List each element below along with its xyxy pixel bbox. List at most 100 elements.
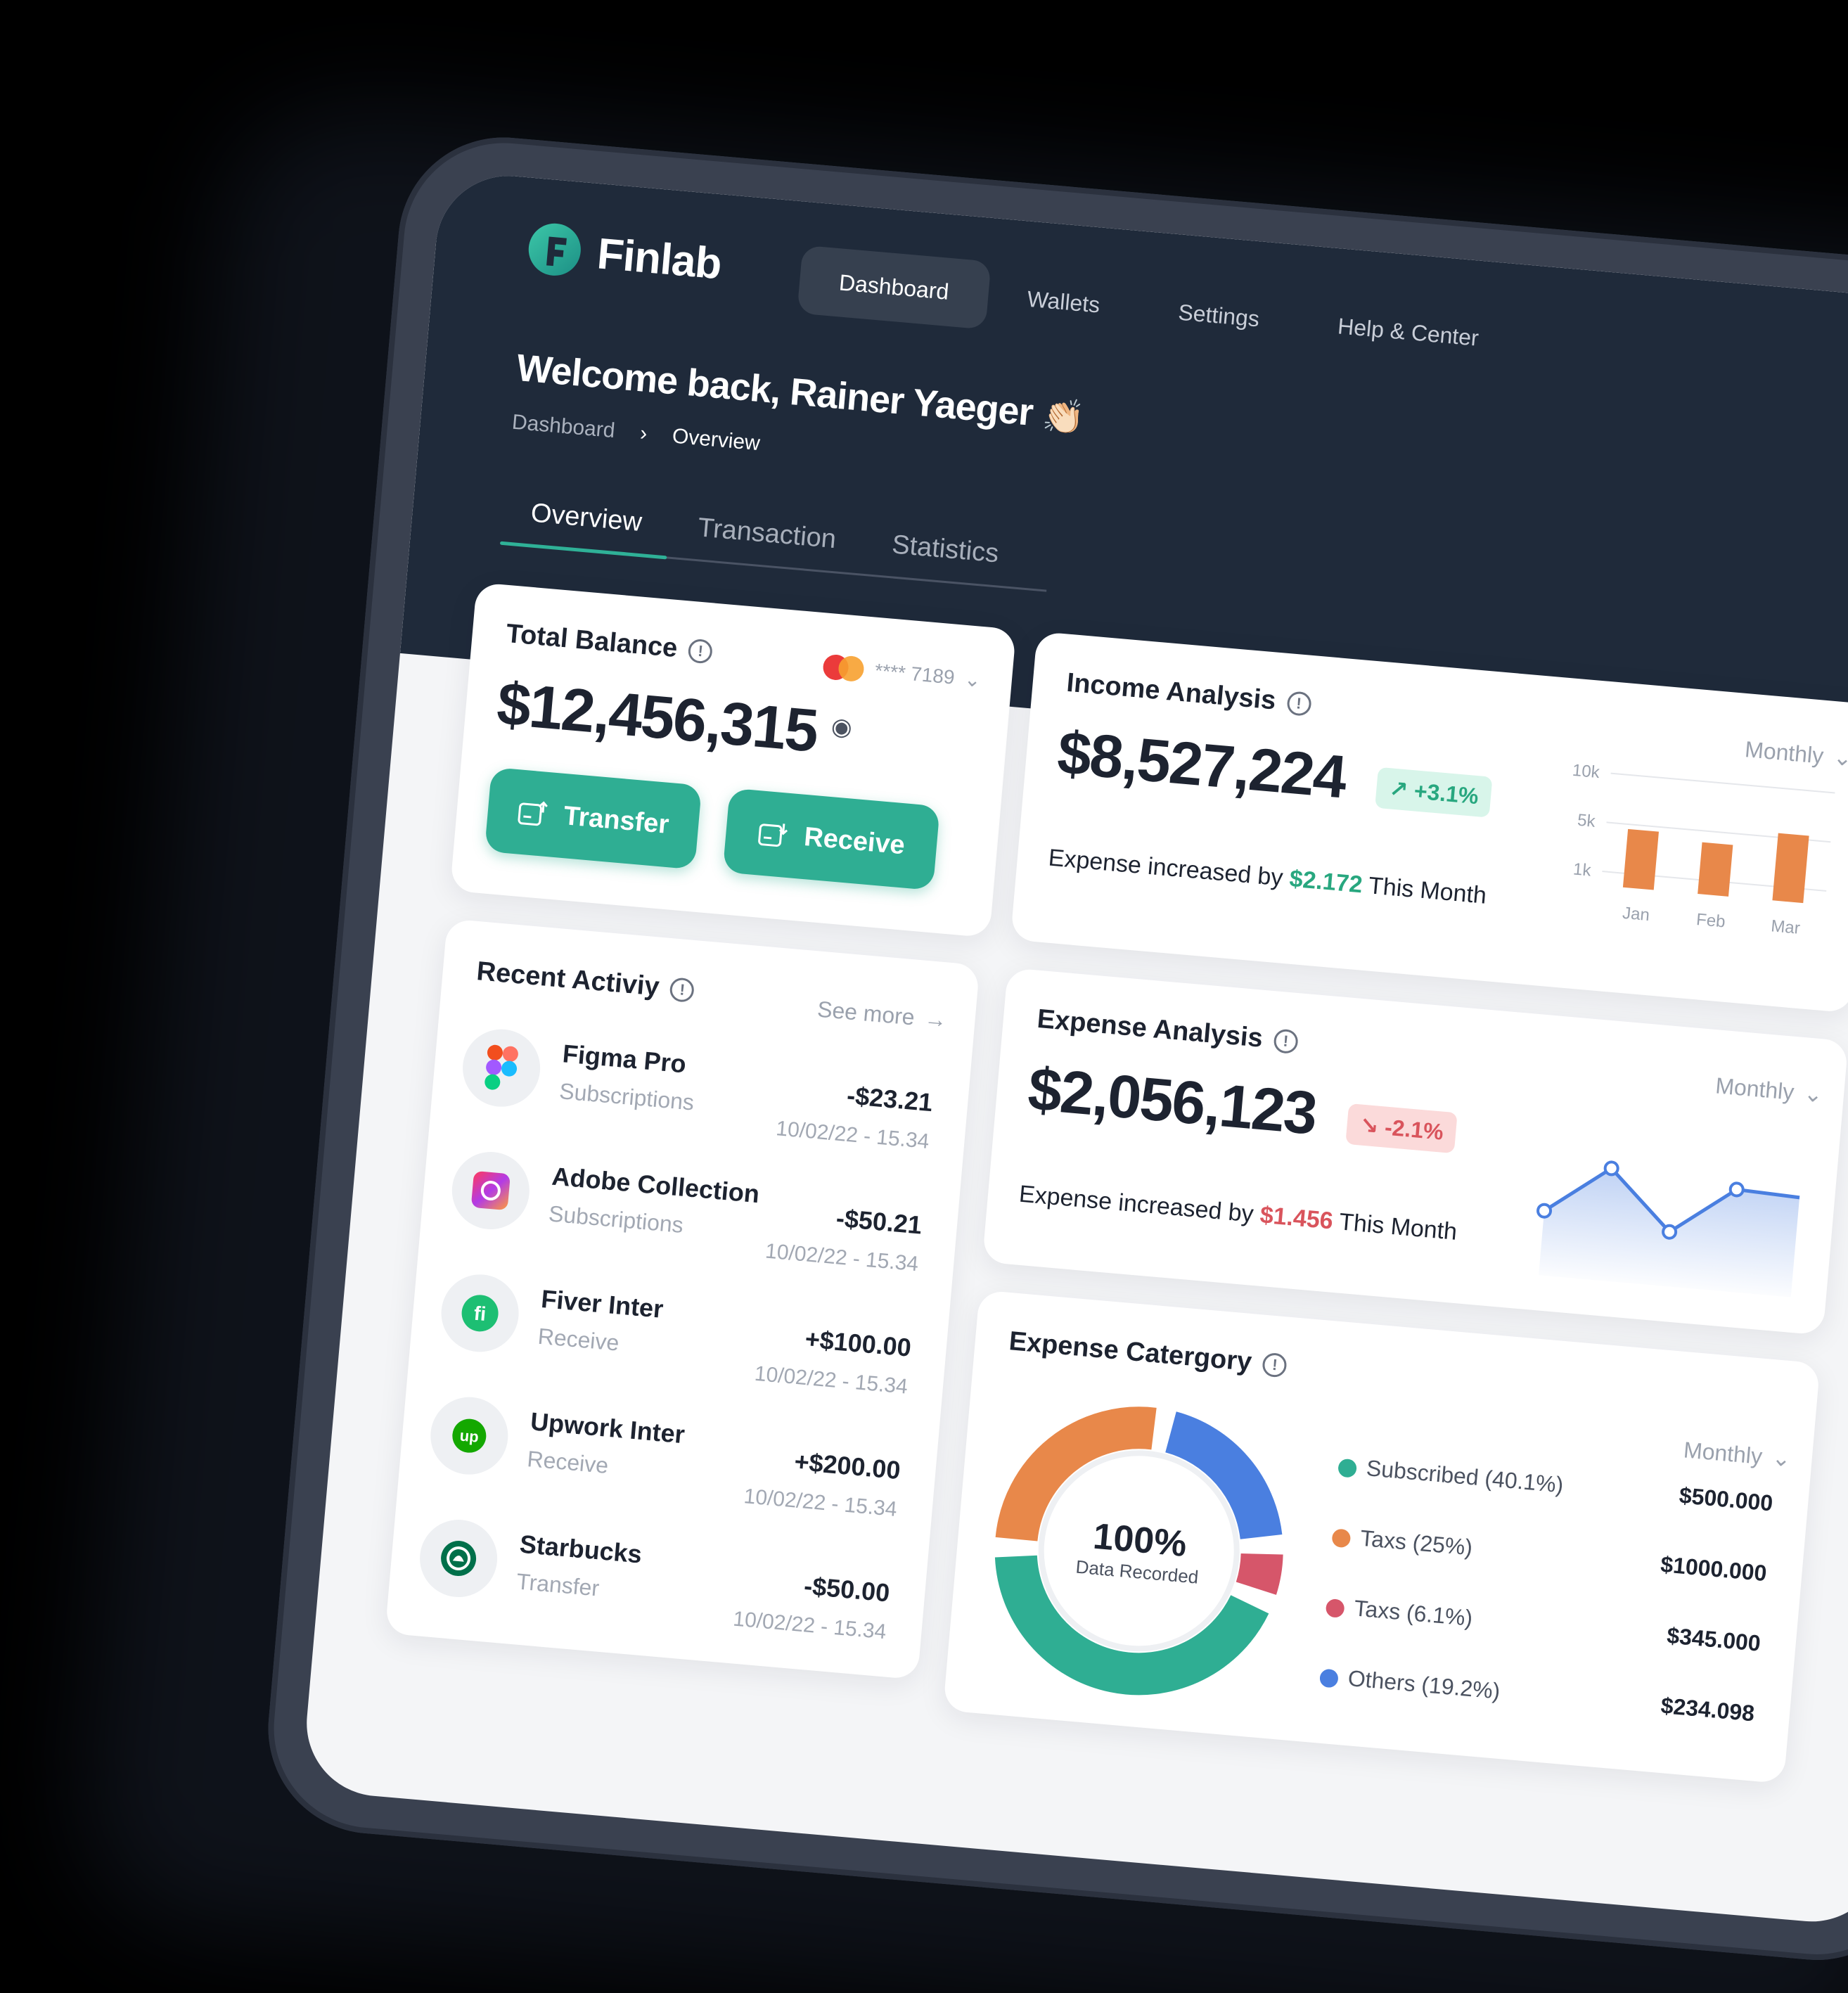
expense-line-chart <box>1536 1160 1800 1297</box>
info-icon[interactable]: ! <box>1285 690 1312 717</box>
legend-item: Taxs (25%) $1000.000 <box>1330 1518 1769 1598</box>
legend-dot <box>1337 1458 1358 1478</box>
expense-change: -2.1% <box>1383 1114 1445 1145</box>
income-note-value: $2.172 <box>1288 865 1364 899</box>
activity-name: Starbucks <box>518 1529 643 1569</box>
info-icon[interactable]: ! <box>669 976 695 1003</box>
category-period-select[interactable]: Monthly ⌄ <box>1683 1436 1792 1472</box>
x-tick-label: Mar <box>1770 916 1801 938</box>
line-point <box>1536 1203 1553 1219</box>
activity-amount: +$200.00 <box>793 1447 902 1485</box>
list-item[interactable]: up Upwork Inter Receive +$200.00 10/02/2… <box>425 1394 910 1541</box>
expense-period-label: Monthly <box>1714 1072 1795 1105</box>
legend-label: Others (19.2%) <box>1347 1665 1501 1704</box>
expense-note-suffix: This Month <box>1337 1208 1458 1245</box>
expense-note-prefix: Expense increased by <box>1018 1180 1255 1228</box>
income-title: Income Analysis ! <box>1065 668 1312 719</box>
legend-dot <box>1318 1668 1340 1688</box>
category-period-label: Monthly <box>1682 1436 1764 1469</box>
legend-label: Taxs (6.1%) <box>1353 1595 1474 1631</box>
y-tick-label: 10k <box>1572 761 1601 782</box>
legend-label: Subscribed (40.1%) <box>1365 1455 1565 1498</box>
income-note: Expense increased by $2.172 This Month <box>1047 844 1487 909</box>
receive-button[interactable]: Receive <box>722 788 940 891</box>
list-item[interactable]: Starbucks Transfer -$50.00 10/02/22 - 15… <box>414 1516 899 1663</box>
expense-period-select[interactable]: Monthly ⌄ <box>1714 1072 1824 1108</box>
income-period-select[interactable]: Monthly ⌄ <box>1744 736 1848 771</box>
activity-date: 10/02/22 - 15.34 <box>764 1239 920 1276</box>
legend-item: Others (19.2%) $234.098 <box>1318 1659 1756 1739</box>
expense-note: Expense increased by $1.456 This Month <box>1018 1181 1458 1246</box>
arrow-up-right-icon: ↗ <box>1387 776 1409 803</box>
see-more-label: See more <box>816 996 916 1030</box>
activity-date: 10/02/22 - 15.34 <box>732 1607 887 1644</box>
legend-value: $345.000 <box>1666 1622 1762 1656</box>
line-point <box>1662 1224 1678 1240</box>
nav-wallets[interactable]: Wallets <box>985 262 1142 342</box>
receive-label: Receive <box>802 821 906 860</box>
nav-settings[interactable]: Settings <box>1136 275 1302 357</box>
income-period-label: Monthly <box>1743 736 1825 769</box>
chevron-down-icon: ⌄ <box>1802 1080 1824 1108</box>
activity-type: Subscriptions <box>558 1078 695 1115</box>
wave-icon: 👏🏻 <box>1041 397 1086 438</box>
info-icon[interactable]: ! <box>687 638 714 665</box>
activity-amount: -$50.00 <box>802 1571 891 1608</box>
mastercard-icon <box>823 654 864 681</box>
card-selector[interactable]: **** 7189 ⌄ <box>821 652 982 694</box>
legend-value: $234.098 <box>1660 1692 1756 1726</box>
activity-date: 10/02/22 - 15.34 <box>743 1485 898 1522</box>
income-note-suffix: This Month <box>1367 872 1488 909</box>
legend-item: Taxs (6.1%) $345.000 <box>1324 1589 1762 1669</box>
income-change-badge: ↗ +3.1% <box>1375 767 1493 818</box>
see-more-link[interactable]: See more → <box>816 996 948 1034</box>
expense-title: Expense Analysis ! <box>1036 1004 1299 1057</box>
donut-center: 100% Data Recorded <box>979 1391 1299 1711</box>
fiverr-icon: fi <box>438 1271 522 1355</box>
adobe-icon <box>449 1148 533 1233</box>
bar <box>1772 833 1809 904</box>
income-bar-chart: 10k 5k 1k Jan Feb Mar <box>1572 761 1835 938</box>
expense-title-text: Expense Analysis <box>1036 1004 1264 1053</box>
activity-title: Recent Activiy ! <box>475 956 695 1006</box>
info-icon[interactable]: ! <box>1262 1352 1288 1378</box>
finlab-logo-icon <box>528 223 581 276</box>
eye-icon[interactable]: ◉ <box>830 712 854 742</box>
x-tick-label: Jan <box>1622 904 1650 925</box>
transfer-button[interactable]: Transfer <box>484 767 702 870</box>
legend-dot <box>1325 1598 1345 1619</box>
bar <box>1698 842 1733 897</box>
expense-note-value: $1.456 <box>1259 1201 1335 1235</box>
y-tick-label: 1k <box>1572 859 1593 880</box>
expense-category-card: Expense Catergory ! Monthly ⌄ 100% Data … <box>942 1290 1821 1784</box>
y-tick-label: 5k <box>1577 811 1597 831</box>
total-balance-card: Total Balance ! **** 7189 ⌄ $12,456,315 … <box>449 582 1017 938</box>
list-item[interactable]: fi Fiver Inter Receive +$100.00 10/02/22… <box>436 1271 921 1418</box>
activity-amount: -$23.21 <box>845 1080 934 1117</box>
line-point <box>1728 1181 1745 1198</box>
activity-date: 10/02/22 - 15.34 <box>753 1361 909 1399</box>
card-number: **** 7189 <box>873 659 956 688</box>
activity-amount: +$100.00 <box>804 1324 913 1362</box>
income-amount: $8,527,224 <box>1055 719 1349 812</box>
svg-text:up: up <box>459 1427 480 1446</box>
activity-title-text: Recent Activiy <box>475 956 661 1002</box>
receive-icon <box>758 824 788 847</box>
legend-dot <box>1331 1528 1352 1549</box>
chevron-down-icon: ⌄ <box>963 667 982 691</box>
expense-amount: $2,056,123 <box>1025 1055 1319 1148</box>
gridline <box>1610 772 1835 794</box>
info-icon[interactable]: ! <box>1273 1027 1299 1054</box>
dashboard-screen: Finlab Dashboard Wallets Settings Help &… <box>300 169 1848 1928</box>
activity-name: Adobe Collection <box>551 1161 761 1209</box>
transfer-icon <box>518 801 548 826</box>
transfer-label: Transfer <box>562 800 670 840</box>
activity-type: Subscriptions <box>547 1200 685 1238</box>
upwork-icon: up <box>427 1394 511 1478</box>
chevron-down-icon: ⌄ <box>1771 1444 1792 1472</box>
activity-type: Receive <box>526 1446 610 1479</box>
legend-value: $1000.000 <box>1660 1551 1768 1587</box>
list-item[interactable]: Adobe Collection Subscriptions -$50.21 1… <box>447 1148 932 1295</box>
expense-change-badge: ↘ -2.1% <box>1345 1103 1458 1154</box>
list-item[interactable]: Figma Pro Subscriptions -$23.21 10/02/22… <box>457 1026 942 1173</box>
